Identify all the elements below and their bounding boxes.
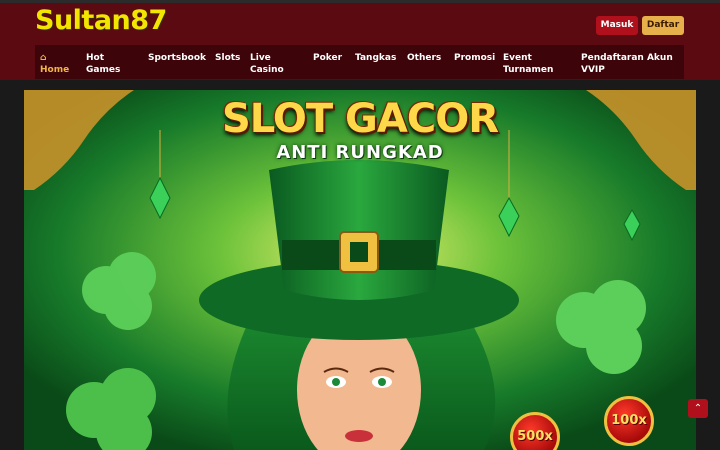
nav-item-vvip-registration[interactable]: Pendaftaran Akun VVIP	[581, 52, 673, 76]
hat-crown	[269, 160, 449, 300]
nav-item-poker[interactable]: Poker	[313, 52, 342, 64]
chevron-up-icon: ⌃	[693, 403, 703, 414]
home-icon: ⌂	[40, 53, 47, 63]
nav-label: Poker	[313, 53, 343, 63]
nav-label: Others	[407, 53, 442, 63]
login-button[interactable]: Masuk	[596, 16, 638, 35]
banner-title: SLOT GACOR	[221, 96, 499, 142]
promo-banner[interactable]: SLOT GACOR ANTI RUNGKAD 500x 100x	[24, 90, 696, 450]
site-header: Sultan87 Masuk Daftar ⌂ Home Hot Games S…	[0, 3, 720, 80]
banner-subtitle: ANTI RUNGKAD	[276, 142, 444, 163]
nav-label: Live Casino	[250, 53, 284, 75]
nav-label: Event Turnamen	[503, 53, 554, 75]
nav-label: Promosi	[454, 53, 496, 63]
nav-item-others[interactable]: Others	[407, 52, 441, 64]
main-nav: ⌂ Home Hot Games Sportsbook Slots Live C…	[35, 45, 684, 79]
nav-label: Home	[40, 65, 70, 75]
nav-item-live-casino[interactable]: Live Casino	[250, 52, 284, 76]
nav-label: Tangkas	[355, 53, 397, 63]
nav-label: Sportsbook	[148, 53, 206, 63]
site-logo[interactable]: Sultan87	[35, 5, 167, 36]
nav-item-slots[interactable]: Slots	[215, 52, 240, 64]
nav-item-home[interactable]: ⌂ Home	[40, 52, 69, 76]
multiplier-chip-100: 100x	[604, 396, 654, 446]
lips	[345, 430, 373, 442]
nav-label: Pendaftaran Akun VVIP	[581, 53, 673, 75]
nav-item-hot-games[interactable]: Hot Games	[86, 52, 120, 76]
nav-item-promosi[interactable]: Promosi	[454, 52, 495, 64]
register-button[interactable]: Daftar	[642, 16, 684, 35]
nav-item-sportsbook[interactable]: Sportsbook	[148, 52, 206, 64]
nav-item-event-turnamen[interactable]: Event Turnamen	[503, 52, 553, 76]
scroll-to-top-button[interactable]: ⌃	[688, 399, 708, 418]
nav-label: Slots	[215, 53, 241, 63]
nav-label: Hot Games	[86, 53, 121, 75]
nav-item-tangkas[interactable]: Tangkas	[355, 52, 396, 64]
